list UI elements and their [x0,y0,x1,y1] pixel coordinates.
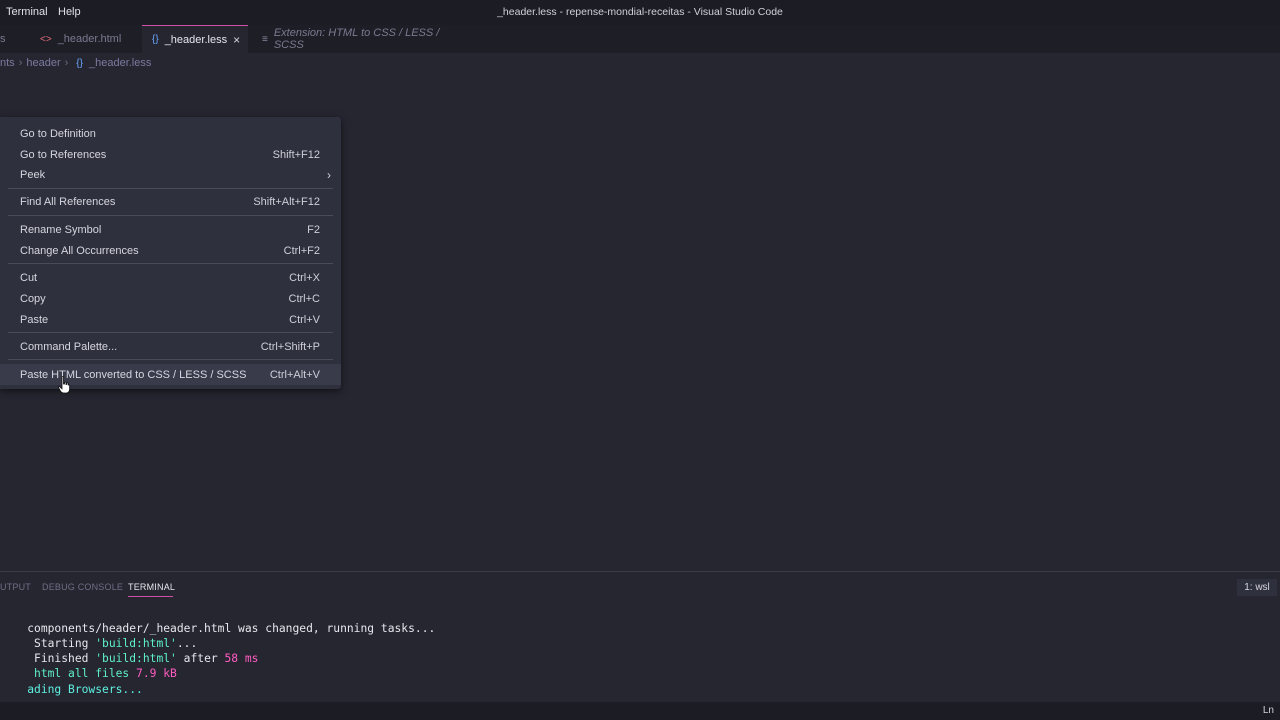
menu-paste[interactable]: Paste Ctrl+V [0,310,341,330]
less-file-icon: {} [152,34,159,45]
tab-terminal[interactable]: TERMINAL [128,582,175,592]
menu-rename-symbol[interactable]: Rename Symbol F2 [0,220,341,240]
active-tab-indicator [128,596,173,597]
terminal-duration: 58 ms [224,652,259,665]
terminal-text: after [176,652,225,665]
menu-find-all-references[interactable]: Find All References Shift+Alt+F12 [0,192,341,212]
chevron-right-icon: › [64,57,69,69]
less-file-icon: {} [76,57,83,69]
menu-peek[interactable]: Peek › [0,165,341,185]
tab-label: s [0,33,6,45]
menu-copy[interactable]: Copy Ctrl+C [0,289,341,309]
breadcrumb-item[interactable]: header [26,57,60,69]
menu-change-all-occurrences[interactable]: Change All Occurrences Ctrl+F2 [0,241,341,261]
menu-item-label: Copy [20,293,46,305]
menu-separator [8,215,333,216]
menu-separator [8,359,333,360]
bottom-panel: UTPUT DEBUG CONSOLE TERMINAL 1: wsl comp… [0,571,1280,703]
tab-header-html[interactable]: <> _header.html [28,25,140,53]
menu-item-shortcut: Ctrl+Shift+P [260,341,320,353]
tab-extension[interactable]: ≡ Extension: HTML to CSS / LESS / SCSS [250,25,470,53]
menu-item-shortcut: Shift+F12 [272,149,320,161]
tab-partial[interactable]: s [0,25,20,53]
window-title: _header.less - repense-mondial-receitas … [497,6,783,18]
menu-paste-html-converted[interactable]: Paste HTML converted to CSS / LESS / SCS… [0,364,341,385]
hand-cursor-icon [58,376,70,394]
menu-item-label: Go to Definition [20,128,96,140]
status-bar: Ln [0,702,1280,720]
menu-item-shortcut: Ctrl+Alt+V [269,368,320,381]
breadcrumb-item[interactable]: nts [0,57,15,69]
menu-go-to-definition[interactable]: Go to Definition [0,124,341,144]
tab-debug-console[interactable]: DEBUG CONSOLE [42,582,123,592]
terminal-text: ading Browsers... [27,683,143,696]
tab-label: _header.html [57,33,122,45]
context-menu: Go to Definition Go to References Shift+… [0,117,341,389]
menu-item-label: Rename Symbol [20,224,102,236]
html-file-icon: <> [40,33,52,45]
chevron-right-icon: › [327,168,331,182]
title-bar: Terminal Help _header.less - repense-mon… [0,0,1280,25]
tab-label: _header.less [164,33,228,46]
menu-go-to-references[interactable]: Go to References Shift+F12 [0,145,341,165]
breadcrumb: nts › header › {} _header.less [0,53,1280,73]
tab-label: Extension: HTML to CSS / LESS / SCSS [273,27,440,51]
chevron-right-icon: › [18,57,23,69]
editor-tab-bar: s <> _header.html {} _header.less × ≡ Ex… [0,25,1280,53]
status-cursor-position[interactable]: Ln [1263,705,1274,716]
menu-command-palette[interactable]: Command Palette... Ctrl+Shift+P [0,337,341,357]
menu-item-shortcut: Ctrl+V [289,314,320,326]
breadcrumb-item[interactable]: _header.less [89,57,151,69]
menu-item-shortcut: Ctrl+X [289,272,320,284]
menu-item-shortcut: Shift+Alt+F12 [253,196,320,208]
extension-preview-icon: ≡ [262,33,268,45]
menu-item-label: Paste HTML converted to CSS / LESS / SCS… [20,368,247,381]
menu-cut[interactable]: Cut Ctrl+X [0,268,341,288]
menu-item-label: Change All Occurrences [20,245,139,257]
terminal-select[interactable]: 1: wsl [1237,579,1277,596]
menu-item-shortcut: Ctrl+F2 [283,245,320,257]
menu-item-label: Go to References [20,149,107,161]
menu-item-shortcut: F2 [307,224,320,236]
menu-item-label: Find All References [20,196,116,208]
menu-item-shortcut: Ctrl+C [288,293,320,305]
tab-output[interactable]: UTPUT [0,582,31,592]
menu-separator [8,332,333,333]
tab-header-less[interactable]: {} _header.less × [142,25,248,53]
menu-separator [8,188,333,189]
menu-item-label: Peek [20,169,46,181]
close-icon[interactable]: × [233,33,240,47]
menu-item-label: Command Palette... [20,341,118,353]
menu-separator [8,263,333,264]
menu-item-label: Cut [20,272,38,284]
menu-item-label: Paste [20,314,49,326]
